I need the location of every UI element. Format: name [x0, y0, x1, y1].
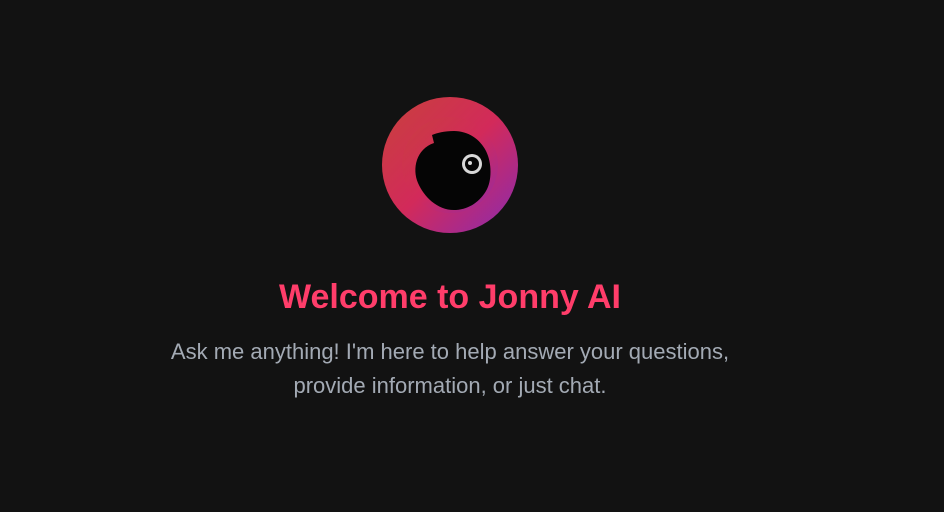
welcome-title: Welcome to Jonny AI: [279, 278, 621, 316]
logo-svg: [382, 97, 518, 233]
welcome-panel: Welcome to Jonny AI Ask me anything! I'm…: [0, 0, 900, 512]
welcome-subtitle: Ask me anything! I'm here to help answer…: [100, 335, 800, 403]
jonny-ai-logo-icon: [382, 97, 518, 233]
welcome-subtitle-line-2: provide information, or just chat.: [293, 373, 607, 398]
creature-pupil-highlight: [468, 161, 472, 165]
creature-eye-socket: [465, 157, 479, 171]
welcome-subtitle-line-1: Ask me anything! I'm here to help answer…: [170, 339, 730, 364]
